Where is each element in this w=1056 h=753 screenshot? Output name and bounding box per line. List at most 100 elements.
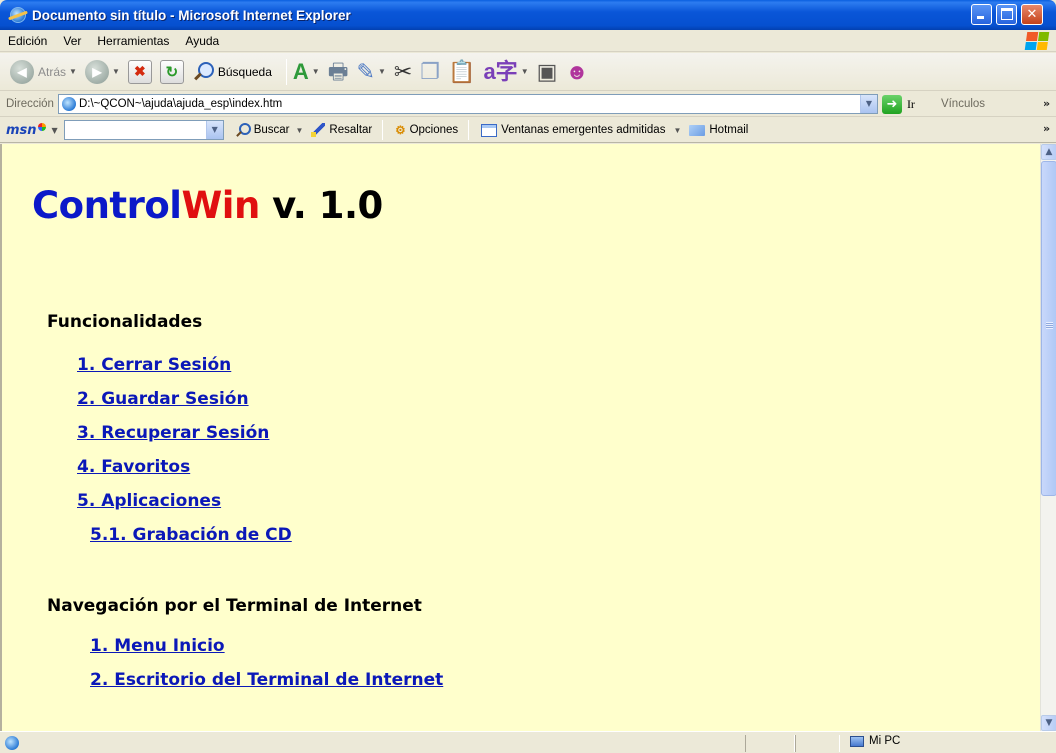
encoding-button[interactable]: a字 ▼ [483,59,529,84]
title-bar[interactable]: Documento sin título - Microsoft Interne… [0,0,1056,30]
copy-button[interactable]: ❐ [420,58,441,84]
copy-icon: ❐ [420,58,441,84]
popup-blocker-label: Ventanas emergentes admitidas [501,124,666,136]
opciones-label: Opciones [409,124,459,136]
messenger-button[interactable]: ☻ [565,59,588,84]
edit-button[interactable]: ✎ ▼ [356,58,386,84]
research-button[interactable]: ▣ [536,58,558,84]
title-version: v. 1.0 [259,184,383,227]
link-aplicaciones[interactable]: 5. Aplicaciones [77,491,221,511]
link-recuperar-sesion[interactable]: 3. Recuperar Sesión [77,423,269,443]
close-icon: ✕ [1026,7,1038,22]
search-icon [236,123,251,137]
scroll-up-button[interactable]: ▲ [1041,144,1056,160]
options-icon: ⚙ [395,125,406,137]
link-escritorio-terminal[interactable]: 2. Escritorio del Terminal de Internet [90,670,443,690]
address-dropdown-icon[interactable]: ▼ [859,95,877,113]
buscar-dropdown-icon: ▼ [295,125,304,135]
research-icon: ▣ [536,58,558,84]
links-chevron-icon[interactable]: » [1043,97,1050,110]
msn-chevron-icon[interactable]: » [1043,122,1050,135]
minimize-button[interactable] [971,4,992,25]
scroll-down-button[interactable]: ▼ [1041,715,1056,731]
msn-logo[interactable]: msn [6,122,46,138]
section-heading-funcionalidades: Funcionalidades [47,312,203,332]
msn-butterfly-icon [37,122,46,131]
opciones-button[interactable]: ⚙ Opciones [395,123,458,137]
back-dropdown-icon[interactable]: ▼ [69,67,77,76]
menu-edicion[interactable]: Edición [0,34,55,48]
vertical-scrollbar[interactable]: ▲ ▼ [1040,144,1056,731]
hotmail-label: Hotmail [709,124,749,136]
link-cerrar-sesion[interactable]: 1. Cerrar Sesión [77,355,231,375]
menu-ver[interactable]: Ver [55,34,89,48]
address-bar: Dirección ▼ ➜ Ir Vínculos » [0,92,1056,117]
window-title: Documento sin título - Microsoft Interne… [32,7,351,23]
buscar-label: Buscar [253,124,290,136]
links-button[interactable]: Vínculos [941,98,985,110]
go-button[interactable]: Ir [907,97,915,112]
buscar-button[interactable]: Buscar ▼ [236,123,304,137]
toolbar-separator [285,58,287,85]
forward-dropdown-icon[interactable]: ▼ [112,67,120,76]
back-arrow-icon: ◀ [10,59,34,84]
address-field[interactable]: ▼ [57,94,878,114]
link-menu-inicio[interactable]: 1. Menu Inicio [90,636,225,656]
paste-button[interactable]: 📋 [448,58,476,84]
link-favoritos[interactable]: 4. Favoritos [77,457,190,477]
toolbar-separator [382,120,384,140]
hotmail-button[interactable]: Hotmail [689,124,748,136]
section-heading-navegacion: Navegación por el Terminal de Internet [47,596,422,616]
refresh-button[interactable]: ↻ [159,59,184,84]
msn-search-dropdown-icon[interactable]: ▼ [205,121,223,139]
edit-dropdown-icon: ▼ [377,67,386,76]
status-pane [745,735,795,752]
title-win: Win [181,184,260,227]
page-icon [61,97,76,111]
print-icon: 🖶 [327,58,349,84]
search-button[interactable]: Búsqueda [192,61,272,83]
go-arrow-icon[interactable]: ➜ [881,94,902,114]
msn-toolbar: msn ▼ ▼ Buscar ▼ Resaltar ⚙ Opciones Ven… [0,118,1056,143]
font-size-icon: A [292,58,309,84]
scroll-up-icon: ▲ [1045,147,1053,157]
cut-button[interactable]: ✂ [393,58,413,84]
computer-icon [850,735,864,747]
link-grabacion-de-cd[interactable]: 5.1. Grabación de CD [90,525,292,545]
menu-herramientas[interactable]: Herramientas [89,34,177,48]
mail-icon [689,124,706,136]
popup-dropdown-icon: ▼ [673,125,682,135]
toolbar-separator [468,120,470,140]
security-zone: Mi PC [850,735,900,747]
refresh-icon: ↻ [159,59,184,84]
highlight-icon [311,123,326,137]
stop-button[interactable]: ✖ [127,59,152,84]
popup-blocker-button[interactable]: Ventanas emergentes admitidas ▼ [481,123,682,137]
menu-ayuda[interactable]: Ayuda [177,34,227,48]
link-guardar-sesion[interactable]: 2. Guardar Sesión [77,389,249,409]
font-size-button[interactable]: A ▼ [292,58,320,84]
resaltar-button[interactable]: Resaltar [311,123,372,137]
print-button[interactable]: 🖶 [327,58,349,84]
menu-bar: Edición Ver Herramientas Ayuda [0,30,1056,52]
close-button[interactable]: ✕ [1021,4,1043,25]
encoding-dropdown-icon: ▼ [520,67,529,76]
search-label: Búsqueda [217,64,272,79]
msn-dropdown-icon[interactable]: ▼ [52,126,58,135]
forward-button[interactable]: ▶ ▼ [84,59,120,84]
status-pane [795,735,840,752]
edit-icon: ✎ [356,58,375,84]
msn-search-field[interactable]: ▼ [63,120,224,140]
forward-arrow-icon: ▶ [84,59,109,84]
popup-window-icon [481,123,498,137]
paste-icon: 📋 [448,58,476,84]
address-input[interactable] [78,98,849,110]
back-button[interactable]: ◀ Atrás ▼ [10,59,77,84]
cut-icon: ✂ [393,58,413,84]
page-title: ControlWin v. 1.0 [32,184,383,227]
address-label: Dirección [6,98,54,110]
maximize-button[interactable] [996,4,1017,25]
msn-search-input[interactable] [64,121,205,139]
scroll-thumb[interactable] [1041,161,1056,496]
standard-toolbar: ◀ Atrás ▼ ▶ ▼ ✖ ↻ Búsqueda A ▼ 🖶 ✎ ▼ ✂ ❐… [0,53,1056,91]
